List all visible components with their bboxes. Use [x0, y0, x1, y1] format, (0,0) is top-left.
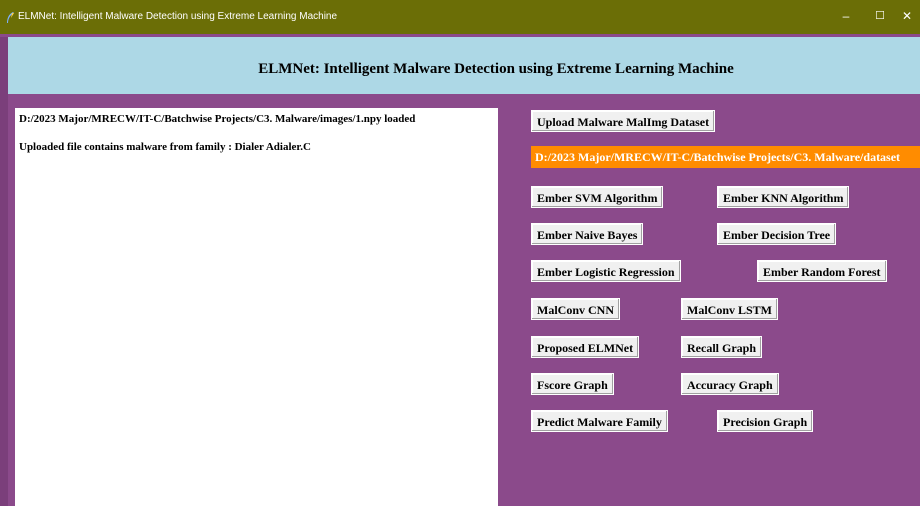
predict-malware-family-button[interactable]: Predict Malware Family	[531, 410, 668, 432]
feather-icon	[7, 12, 14, 23]
malconv-lstm-button[interactable]: MalConv LSTM	[681, 298, 779, 320]
output-text-area[interactable]: D:/2023 Major/MRECW/IT-C/Batchwise Proje…	[15, 108, 498, 506]
minimize-button[interactable]: –	[836, 9, 856, 23]
ember-decision-tree-button[interactable]: Ember Decision Tree	[717, 223, 837, 245]
proposed-elmnet-button[interactable]: Proposed ELMNet	[531, 336, 640, 358]
precision-graph-button[interactable]: Precision Graph	[717, 410, 814, 432]
malconv-cnn-button[interactable]: MalConv CNN	[531, 298, 620, 320]
close-button[interactable]: ✕	[897, 9, 917, 23]
window-border	[0, 37, 8, 506]
maximize-button[interactable]: ☐	[870, 9, 890, 23]
ember-svm-button[interactable]: Ember SVM Algorithm	[531, 186, 664, 208]
page-title: ELMNet: Intelligent Malware Detection us…	[258, 61, 734, 77]
fscore-graph-button[interactable]: Fscore Graph	[531, 373, 614, 395]
output-line-result: Uploaded file contains malware from fami…	[19, 141, 311, 153]
ember-logistic-regression-button[interactable]: Ember Logistic Regression	[531, 260, 681, 282]
ember-naive-bayes-button[interactable]: Ember Naive Bayes	[531, 223, 644, 245]
header-banner: ELMNet: Intelligent Malware Detection us…	[8, 37, 920, 94]
recall-graph-button[interactable]: Recall Graph	[681, 336, 762, 358]
upload-dataset-button[interactable]: Upload Malware MalImg Dataset	[531, 110, 716, 132]
dataset-path-label: D:/2023 Major/MRECW/IT-C/Batchwise Proje…	[531, 146, 920, 168]
window-title: ELMNet: Intelligent Malware Detection us…	[18, 11, 338, 22]
ember-knn-button[interactable]: Ember KNN Algorithm	[717, 186, 850, 208]
ember-random-forest-button[interactable]: Ember Random Forest	[757, 260, 887, 282]
title-bar: ELMNet: Intelligent Malware Detection us…	[0, 0, 920, 34]
accuracy-graph-button[interactable]: Accuracy Graph	[681, 373, 779, 395]
output-line-loaded: D:/2023 Major/MRECW/IT-C/Batchwise Proje…	[19, 113, 416, 125]
